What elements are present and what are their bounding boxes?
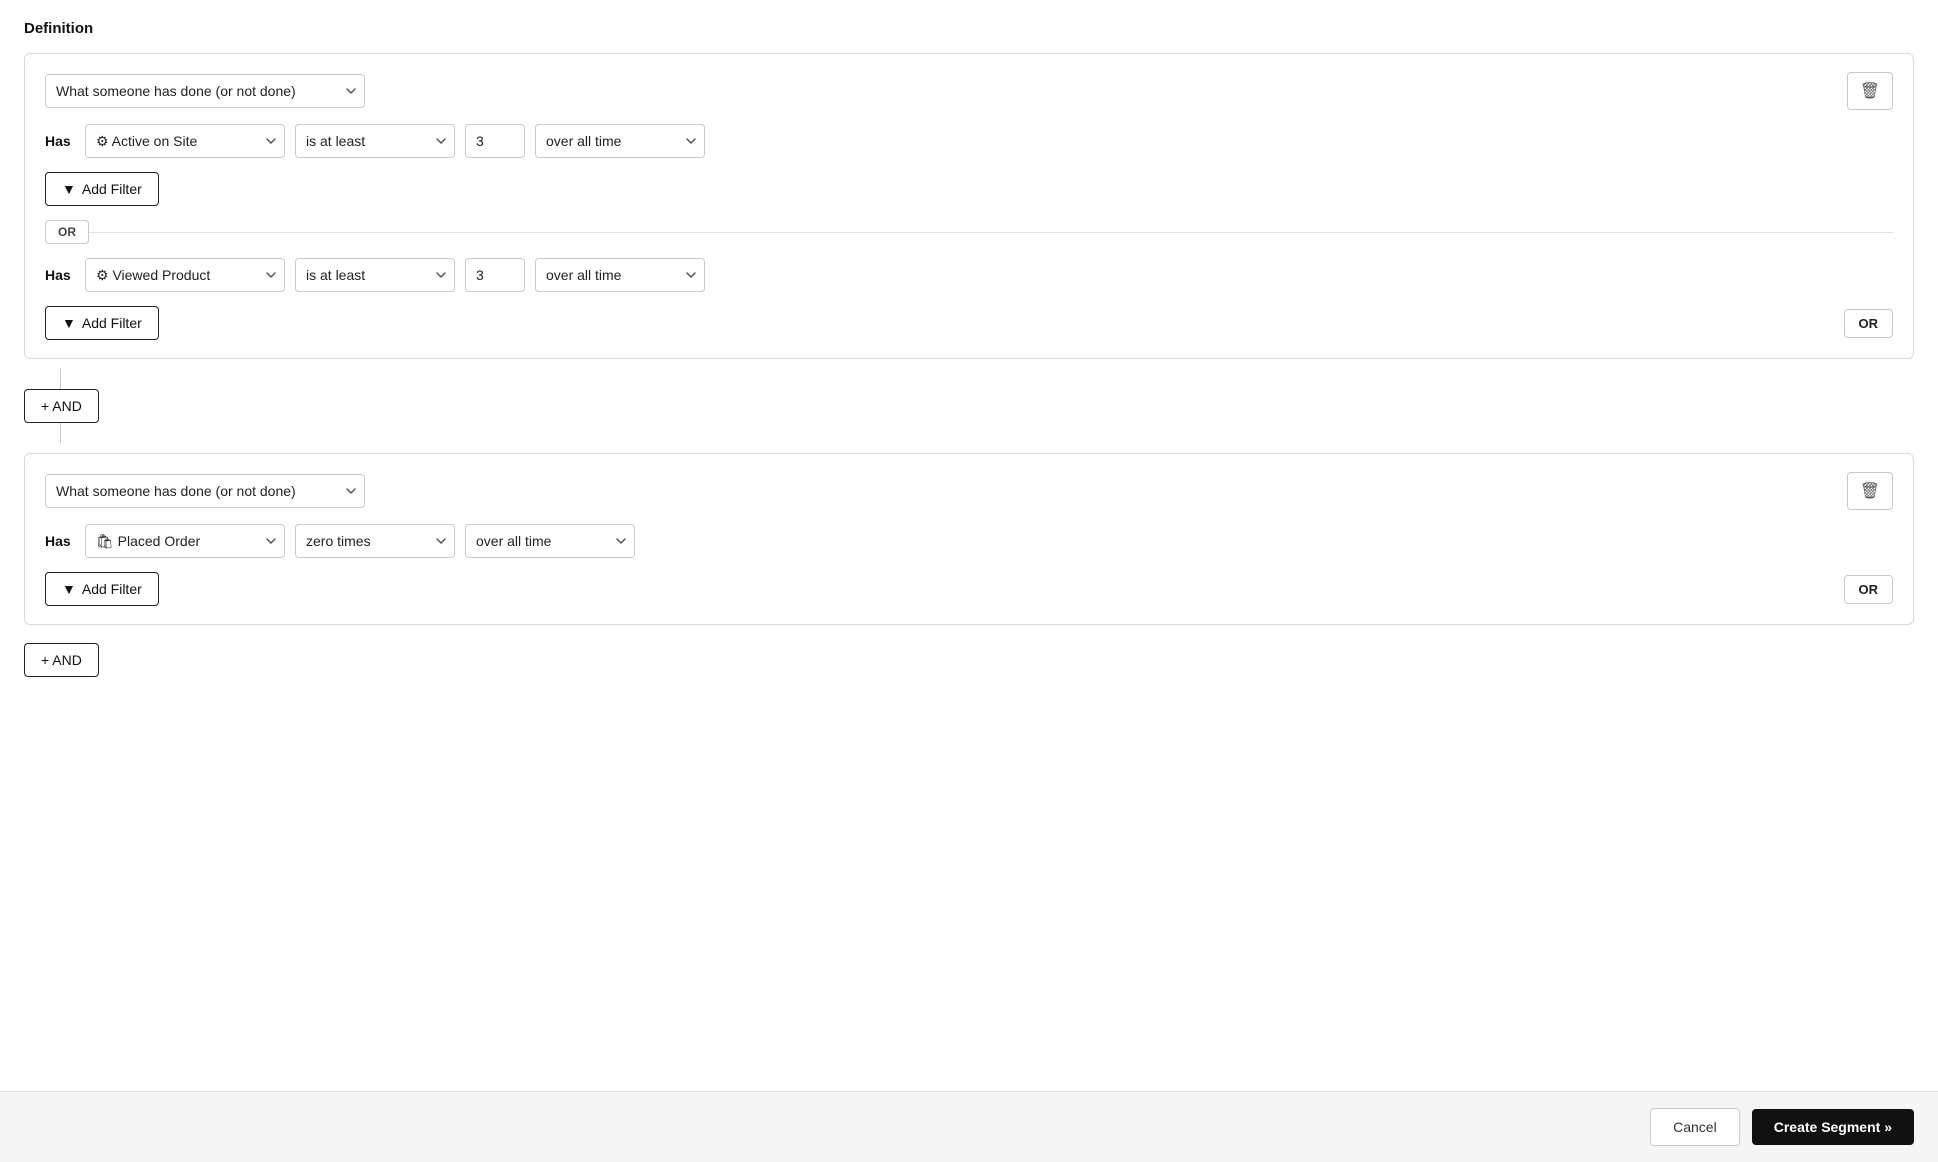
block2-add-filter-button[interactable]: ▼ Add Filter: [45, 572, 159, 606]
and-connector-line-2: [60, 423, 61, 443]
block1-delete-button[interactable]: 🗑: [1847, 72, 1893, 110]
filter-icon-1: ▼: [62, 181, 76, 197]
block2-filter-bottom-row: ▼ Add Filter OR: [45, 572, 1893, 606]
create-segment-button[interactable]: Create Segment »: [1752, 1109, 1914, 1145]
and-button-1[interactable]: + AND: [24, 389, 99, 423]
block1-or-button[interactable]: OR: [1844, 309, 1894, 338]
footer-bar: Cancel Create Segment »: [0, 1091, 1938, 1162]
filter-icon-3: ▼: [62, 581, 76, 597]
block1-condition-select-2[interactable]: is at least is at most equals zero times: [295, 258, 455, 292]
condition-block-2: What someone has done (or not done) What…: [24, 453, 1914, 625]
or-line-1: [89, 232, 1893, 233]
block2-main-select[interactable]: What someone has done (or not done) What…: [45, 474, 365, 508]
block1-event-select-2[interactable]: ⚙ Active on Site ⚙ Viewed Product 🛍 Plac…: [85, 258, 285, 292]
block2-or-button[interactable]: OR: [1844, 575, 1894, 604]
add-filter-label-2: Add Filter: [82, 315, 142, 331]
block1-number-input-2[interactable]: [465, 258, 525, 292]
block2-timeframe-select-1[interactable]: over all time in the last 7 days in the …: [465, 524, 635, 558]
block2-delete-button[interactable]: 🗑: [1847, 472, 1893, 510]
block2-event-select-1[interactable]: ⚙ Active on Site ⚙ Viewed Product 🛍 Plac…: [85, 524, 285, 558]
block1-add-filter-button-2[interactable]: ▼ Add Filter: [45, 306, 159, 340]
cancel-button[interactable]: Cancel: [1650, 1108, 1740, 1146]
block1-main-select[interactable]: What someone has done (or not done) What…: [45, 74, 365, 108]
add-filter-label-3: Add Filter: [82, 581, 142, 597]
block1-condition-select-1[interactable]: is at least is at most equals zero times: [295, 124, 455, 158]
block1-timeframe-select-1[interactable]: over all time in the last 7 days in the …: [535, 124, 705, 158]
and-connector-line-1: [60, 369, 61, 389]
or-separator-1: OR: [45, 220, 1893, 244]
block1-top-row: What someone has done (or not done) What…: [45, 72, 1893, 110]
block1-number-input-1[interactable]: [465, 124, 525, 158]
condition-block-1: What someone has done (or not done) What…: [24, 53, 1914, 359]
block1-add-filter-button-1[interactable]: ▼ Add Filter: [45, 172, 159, 206]
block2-condition-row-1: Has ⚙ Active on Site ⚙ Viewed Product 🛍 …: [45, 524, 1893, 558]
add-filter-label-1: Add Filter: [82, 181, 142, 197]
block2-condition-select-1[interactable]: is at least is at most equals zero times: [295, 524, 455, 558]
block1-timeframe-select-2[interactable]: over all time in the last 7 days in the …: [535, 258, 705, 292]
has-label-3: Has: [45, 533, 75, 549]
block1-filter-bottom-row: ▼ Add Filter OR: [45, 306, 1893, 340]
has-label-1: Has: [45, 133, 75, 149]
block1-condition-row-2: Has ⚙ Active on Site ⚙ Viewed Product 🛍 …: [45, 258, 1893, 292]
block1-condition-row-1: Has ⚙ Active on Site ⚙ Viewed Product 🛍 …: [45, 124, 1893, 158]
and-wrapper-2: + AND: [24, 643, 1914, 677]
section-title: Definition: [24, 20, 1914, 37]
block2-top-row: What someone has done (or not done) What…: [45, 472, 1893, 510]
block1-add-filter-row-1: ▼ Add Filter: [45, 172, 1893, 206]
has-label-2: Has: [45, 267, 75, 283]
or-badge-1: OR: [45, 220, 89, 244]
and-wrapper-1: + AND: [24, 369, 1914, 443]
filter-icon-2: ▼: [62, 315, 76, 331]
block1-event-select-1[interactable]: ⚙ Active on Site ⚙ Viewed Product 🛍 Plac…: [85, 124, 285, 158]
and-button-2[interactable]: + AND: [24, 643, 99, 677]
